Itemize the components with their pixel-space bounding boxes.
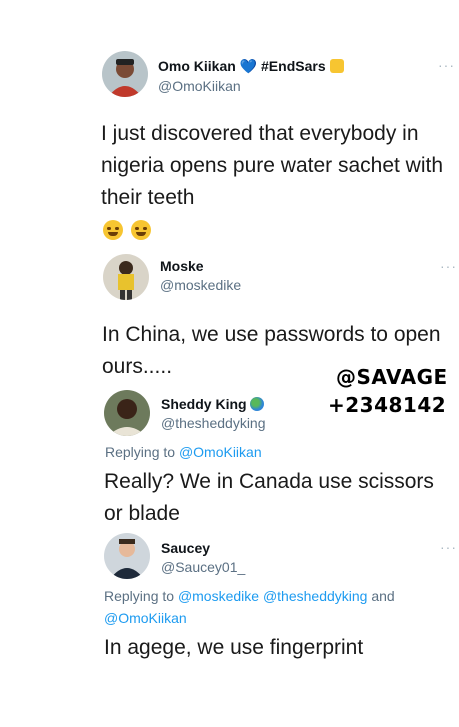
user-handle[interactable]: @moskedike: [160, 277, 241, 293]
user-handle[interactable]: @Saucey01_: [161, 559, 245, 575]
display-name[interactable]: Moske: [160, 258, 204, 274]
mention-link[interactable]: @moskedike @thesheddyking: [178, 588, 368, 604]
avatar[interactable]: [104, 533, 150, 579]
watermark-line-1: @SAVAGE: [336, 365, 448, 389]
avatar[interactable]: [102, 51, 148, 97]
display-name[interactable]: Sheddy King: [161, 396, 265, 412]
avatar[interactable]: [103, 254, 149, 300]
display-name[interactable]: Saucey: [161, 540, 210, 556]
tweet-text: Really? We in Canada use scissors or bla…: [104, 470, 434, 525]
avatar[interactable]: [104, 390, 150, 436]
tweet-omo-kiikan: Omo Kiikan 💙 #EndSars @OmoKiikan ··· I j…: [0, 0, 459, 250]
globe-icon: [250, 397, 265, 411]
tweet-text: In agege, we use fingerprint: [104, 636, 364, 659]
emoji-row: [103, 220, 155, 240]
replying-to: Replying to @OmoKiikan: [105, 444, 262, 460]
raised-fist-icon: [329, 59, 344, 73]
mention-link[interactable]: @OmoKiikan: [104, 610, 187, 626]
tweet-text: I just discovered that everybody in nige…: [101, 122, 444, 209]
replying-to: Replying to @moskedike @thesheddyking an…: [104, 588, 395, 626]
user-handle[interactable]: @OmoKiikan: [158, 78, 241, 94]
user-handle[interactable]: @thesheddyking: [161, 415, 266, 431]
blue-heart-icon: 💙: [239, 58, 258, 74]
face-with-tears-of-joy-icon: [103, 220, 123, 240]
tweet-saucey: Saucey @Saucey01_ ··· Replying to @moske…: [0, 533, 459, 683]
display-name[interactable]: Omo Kiikan 💙 #EndSars: [158, 58, 344, 75]
more-options-icon[interactable]: ···: [440, 258, 457, 274]
more-options-icon[interactable]: ···: [440, 539, 457, 555]
watermark: @SAVAGE +2348142: [328, 361, 459, 421]
watermark-line-2: +2348142: [328, 393, 447, 417]
face-with-tears-of-joy-icon: [131, 220, 152, 240]
mention-link[interactable]: @OmoKiikan: [179, 444, 262, 460]
more-options-icon[interactable]: ···: [438, 57, 455, 73]
